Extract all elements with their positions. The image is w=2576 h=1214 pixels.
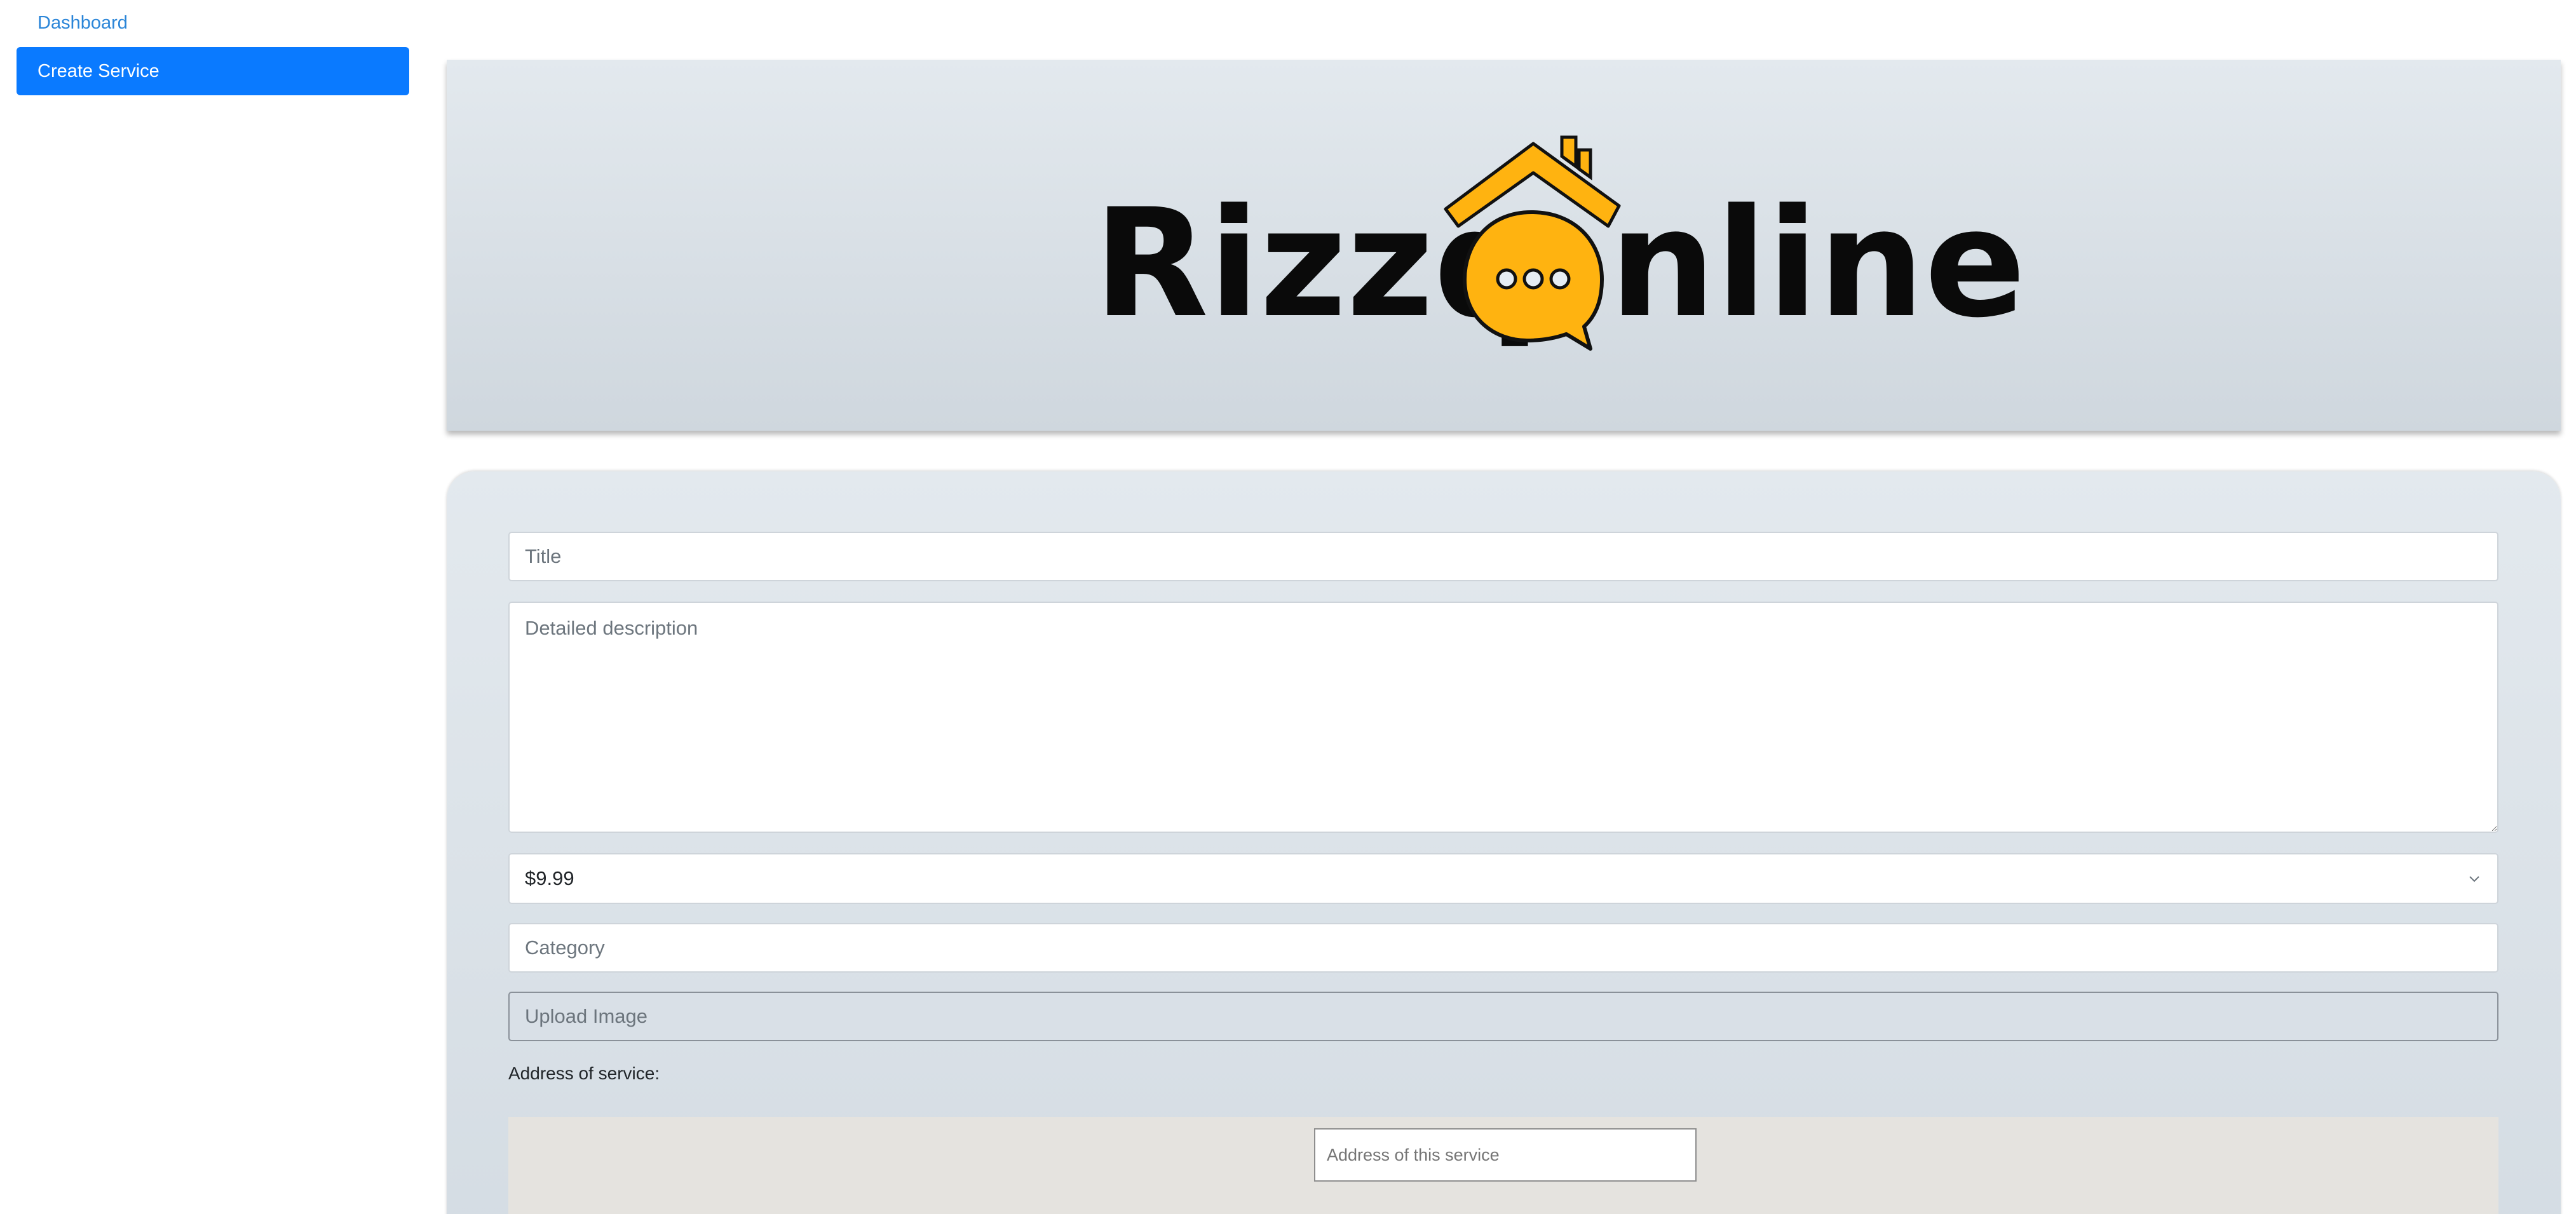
price-selected-value: $9.99 (525, 867, 574, 889)
address-search-input[interactable] (1314, 1128, 1697, 1182)
rizzq-online-logo: Rizzq nline (1094, 135, 2026, 351)
address-label: Address of service: (508, 1063, 660, 1083)
title-input[interactable] (508, 532, 2498, 581)
category-input[interactable] (508, 923, 2498, 973)
chat-bubble-icon (1463, 210, 1604, 351)
logo-text-nline: nline (1610, 177, 2026, 351)
create-service-form: $9.99 Upload Image Address of service: (447, 471, 2561, 1214)
chevron-down-icon (2469, 876, 2479, 882)
page: Dashboard Create Service Rizzq nline Tit… (0, 0, 2576, 1214)
sidebar-item-create-service[interactable]: Create Service (17, 47, 409, 95)
upload-image-button[interactable]: Upload Image (508, 992, 2498, 1041)
logo-banner: Rizzq nline (447, 60, 2561, 431)
sidebar-item-dashboard[interactable]: Dashboard (37, 10, 128, 36)
sidebar: Dashboard Create Service (0, 0, 426, 1214)
address-map[interactable] (508, 1117, 2498, 1214)
price-select[interactable]: $9.99 (508, 853, 2498, 904)
description-textarea[interactable] (508, 602, 2498, 833)
